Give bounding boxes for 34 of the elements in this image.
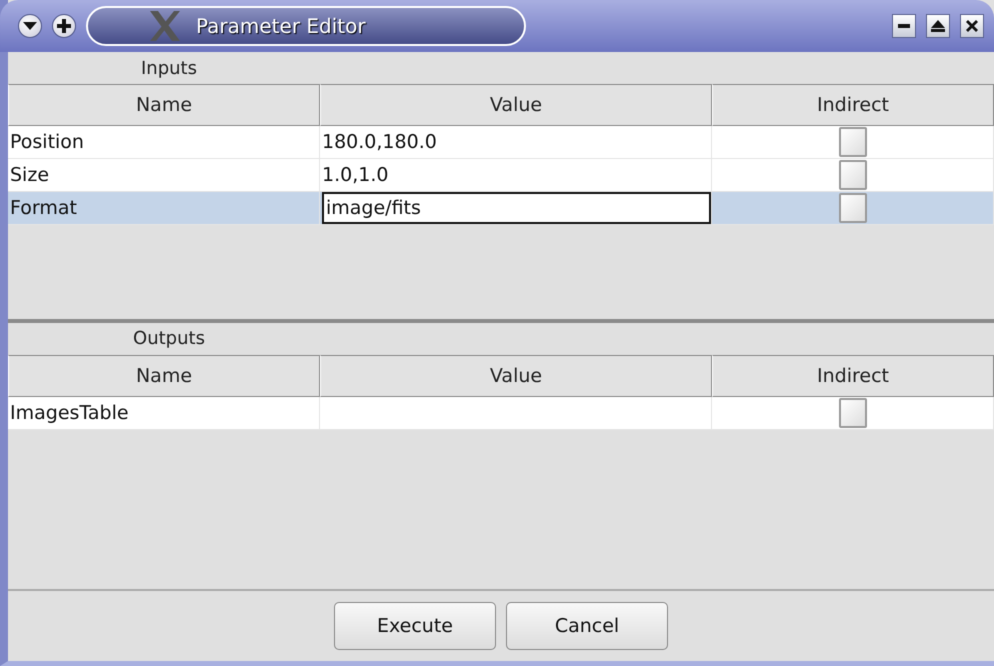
maximize-button[interactable] xyxy=(926,14,950,38)
minimize-button[interactable] xyxy=(892,14,916,38)
indirect-checkbox[interactable] xyxy=(838,193,866,223)
close-icon xyxy=(966,20,978,32)
column-header[interactable]: Value xyxy=(320,354,712,396)
table-cell[interactable]: Format xyxy=(8,192,320,225)
column-header[interactable]: Indirect xyxy=(712,354,994,396)
table-cell[interactable]: ImagesTable xyxy=(8,396,320,430)
table-cell[interactable]: 1.0,1.0 xyxy=(320,159,712,192)
column-header[interactable]: Name xyxy=(8,354,320,396)
close-button[interactable] xyxy=(960,14,984,38)
table-cell[interactable]: Size xyxy=(8,159,320,192)
table-cell[interactable] xyxy=(320,396,712,430)
value-field[interactable]: image/fits xyxy=(322,192,711,224)
table-cell[interactable]: 180.0,180.0 xyxy=(320,126,712,159)
x-logo-icon xyxy=(148,11,182,41)
indirect-checkbox[interactable] xyxy=(838,160,866,190)
add-button[interactable] xyxy=(52,14,76,38)
eject-icon xyxy=(931,20,945,32)
plus-icon xyxy=(57,19,71,33)
column-header[interactable]: Name xyxy=(8,84,320,126)
section-label: Outputs xyxy=(132,327,206,351)
dialog-button[interactable]: Execute xyxy=(334,602,496,650)
caret-icon xyxy=(23,21,37,31)
column-header[interactable]: Indirect xyxy=(712,84,994,126)
dialog-button[interactable]: Cancel xyxy=(506,602,668,650)
indirect-checkbox[interactable] xyxy=(838,127,866,157)
column-header[interactable]: Value xyxy=(320,84,712,126)
minimize-icon xyxy=(898,24,910,28)
window-title: Parameter Editor xyxy=(196,14,366,38)
menu-button[interactable] xyxy=(18,14,42,38)
indirect-checkbox[interactable] xyxy=(838,398,866,428)
table-cell[interactable]: Position xyxy=(8,126,320,159)
section-label: Inputs xyxy=(140,56,198,80)
